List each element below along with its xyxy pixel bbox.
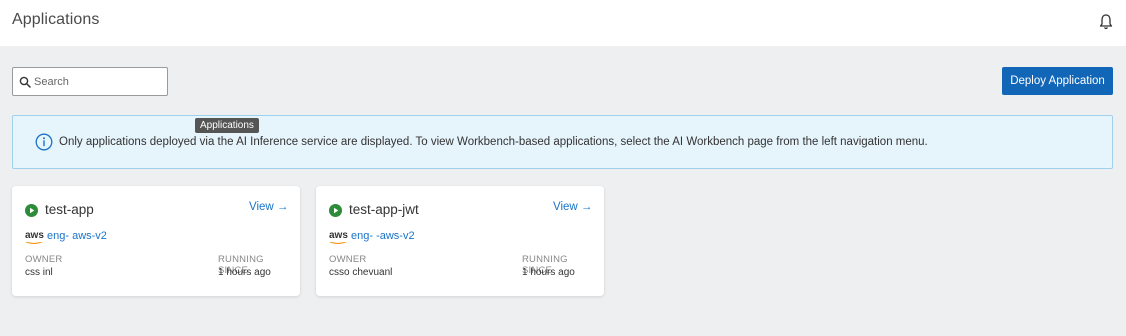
owner-label: OWNER bbox=[329, 254, 367, 265]
cluster-link[interactable]: eng- aws-v2 bbox=[47, 230, 107, 242]
tooltip: Applications bbox=[195, 118, 259, 133]
search-icon bbox=[19, 76, 31, 88]
aws-logo: aws bbox=[329, 230, 348, 241]
cluster-link[interactable]: eng- -aws-v2 bbox=[351, 230, 415, 242]
view-application-link[interactable]: View → bbox=[249, 201, 288, 213]
aws-smile-icon bbox=[329, 242, 347, 244]
aws-smile-icon bbox=[25, 242, 43, 244]
page-header: Applications bbox=[0, 0, 1126, 46]
aws-logo: aws bbox=[25, 230, 44, 241]
application-name: test-app-jwt bbox=[349, 202, 419, 217]
owner-value: csso chevuanl bbox=[329, 267, 393, 278]
search-box[interactable] bbox=[12, 67, 168, 96]
info-banner-text: Only applications deployed via the AI In… bbox=[59, 136, 928, 148]
owner-label: OWNER bbox=[25, 254, 63, 265]
application-name: test-app bbox=[45, 202, 94, 217]
view-application-link[interactable]: View → bbox=[553, 201, 592, 213]
search-input[interactable] bbox=[34, 75, 164, 88]
content-area: Deploy Application Only applications dep… bbox=[0, 46, 1126, 336]
running-status-icon bbox=[25, 204, 38, 217]
info-banner: Only applications deployed via the AI In… bbox=[12, 115, 1113, 169]
page-title: Applications bbox=[12, 11, 100, 28]
owner-value: css inl bbox=[25, 267, 53, 278]
running-since-value: 1 hours ago bbox=[218, 267, 271, 278]
bell-icon[interactable] bbox=[1098, 13, 1114, 31]
running-status-icon bbox=[329, 204, 342, 217]
application-card[interactable]: test-app View → aws eng- aws-v2 OWNER cs… bbox=[12, 186, 300, 296]
deploy-application-button[interactable]: Deploy Application bbox=[1002, 67, 1113, 95]
running-since-value: 1 hours ago bbox=[522, 267, 575, 278]
info-icon bbox=[35, 133, 53, 151]
application-card[interactable]: test-app-jwt View → aws eng- -aws-v2 OWN… bbox=[316, 186, 604, 296]
